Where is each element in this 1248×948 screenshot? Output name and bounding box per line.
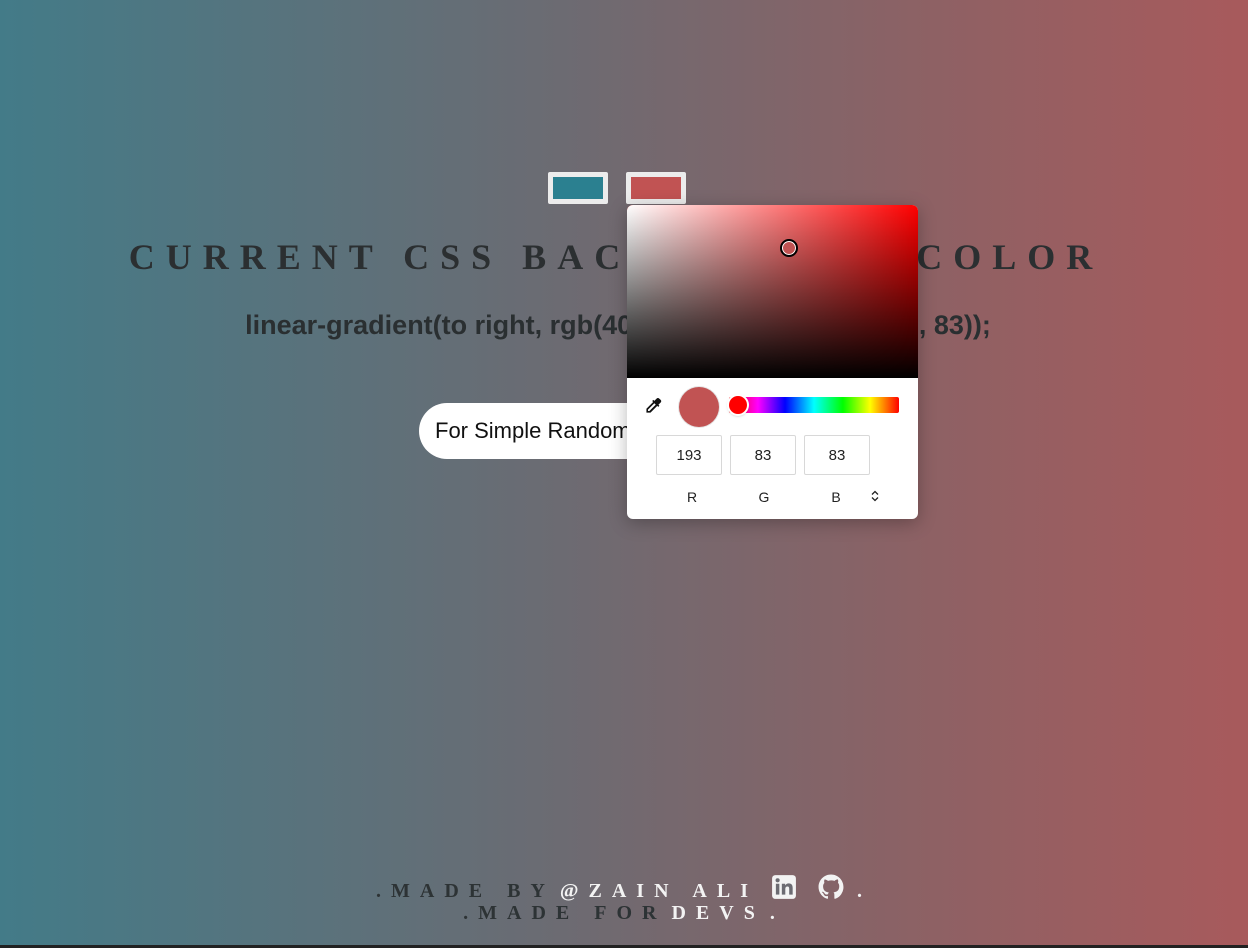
made-by-prefix: .MADE BY	[376, 880, 555, 902]
color-preview	[679, 387, 719, 427]
color1-input[interactable]	[548, 172, 608, 204]
footer-made-by: .MADE BY @ZAIN ALI .	[0, 874, 1248, 903]
page-title: BACKGROUND GENERATOR	[0, 45, 1248, 123]
author-link[interactable]: @ZAIN ALI	[560, 880, 758, 902]
green-label: G	[758, 489, 770, 505]
hue-slider[interactable]	[729, 396, 899, 414]
eyedropper-icon[interactable]	[643, 396, 663, 416]
made-for-prefix: .MADE FOR	[463, 902, 667, 924]
saturation-value-area[interactable]	[627, 205, 918, 378]
blue-label: B	[831, 489, 841, 505]
color-picker-popup[interactable]: R G B	[627, 205, 918, 519]
github-icon[interactable]	[818, 874, 844, 900]
line2-end: .	[769, 902, 785, 924]
saturation-handle[interactable]	[780, 239, 798, 257]
color2-input[interactable]	[626, 172, 686, 204]
footer-made-for: .MADE FOR DEVS .	[0, 902, 1248, 925]
css-output: linear-gradient(to right, rgb(40, 128, 1…	[245, 310, 991, 340]
linkedin-icon[interactable]	[771, 874, 797, 900]
green-input[interactable]	[730, 435, 796, 475]
blue-input[interactable]	[804, 435, 870, 475]
chevron-up-down-icon[interactable]	[867, 488, 883, 504]
red-label: R	[686, 489, 698, 505]
line1-end: .	[856, 880, 872, 902]
subtitle: CURRENT CSS BACKGROUND COLOR	[128, 237, 1104, 277]
red-input[interactable]	[656, 435, 722, 475]
hue-handle[interactable]	[729, 396, 747, 414]
audience: DEVS	[671, 902, 765, 924]
